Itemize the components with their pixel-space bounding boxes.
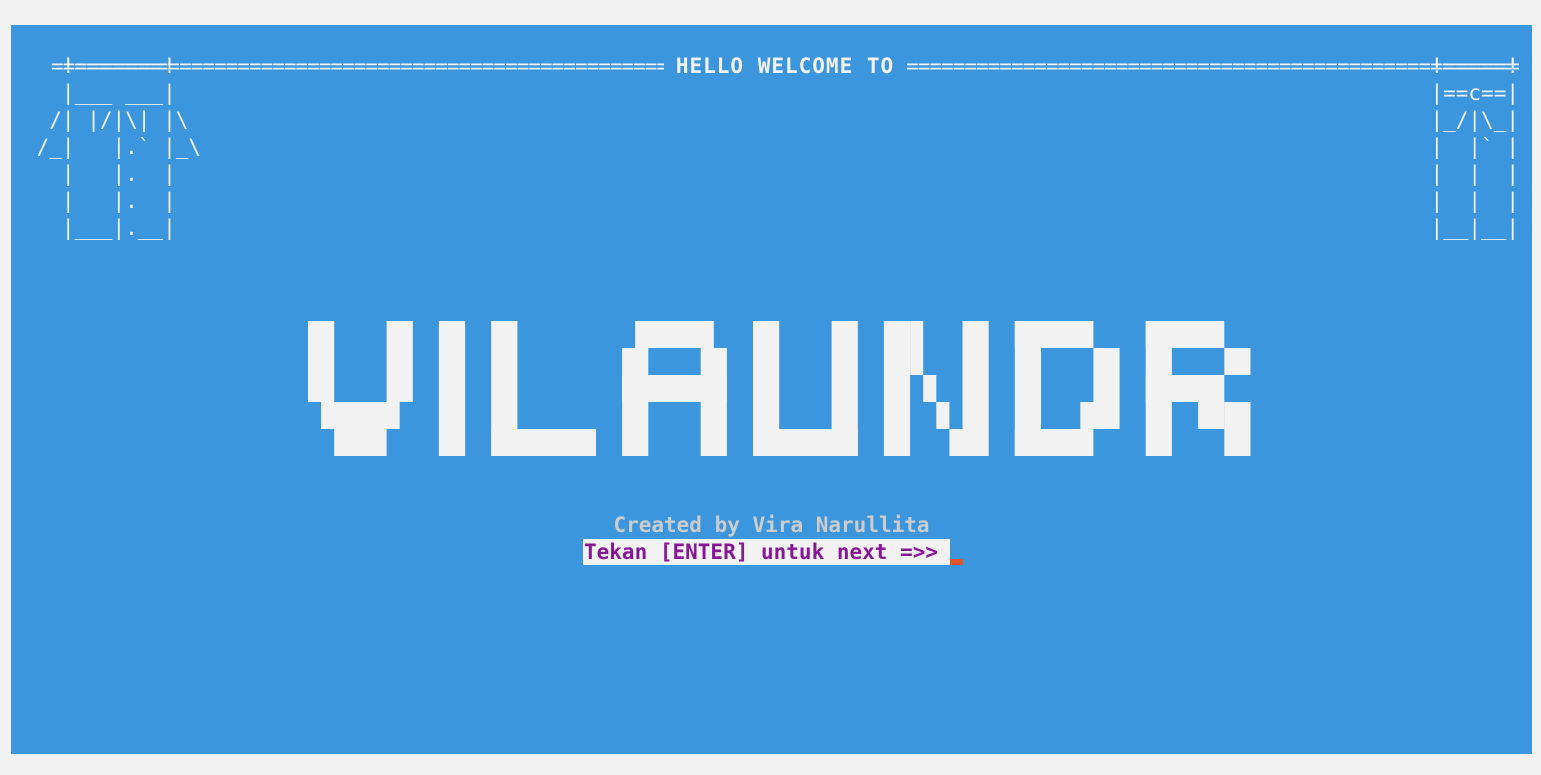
logo-letter-r-7 — [1145, 321, 1251, 456]
logo-block — [1145, 375, 1225, 402]
logo-block — [622, 375, 727, 402]
logo-block — [1014, 429, 1094, 456]
banner-rule-right: ========================================… — [906, 54, 1520, 78]
ascii-shirt-left: !=======! |___ ___| /| |/|\| |\ /_| |.` … — [36, 54, 202, 240]
logo-letter-a-3 — [622, 321, 727, 456]
logo-block — [753, 429, 858, 456]
logo-block — [491, 429, 596, 456]
logo-block — [1198, 402, 1225, 429]
logo-block — [334, 429, 387, 456]
logo-block — [910, 321, 924, 348]
logo-letter-i-1 — [438, 321, 466, 456]
logo-block — [334, 402, 387, 429]
logo-letter-u-4 — [753, 321, 858, 456]
author-credit: Created by Vira Narullita — [613, 513, 930, 537]
logo-block — [1224, 402, 1251, 456]
console-window[interactable]: !=======! |___ ___| /| |/|\| |\ /_| |.` … — [11, 25, 1532, 754]
enter-prompt-row[interactable]: Tekan [ENTER] untuk next =>> — [583, 539, 964, 565]
logo-block — [910, 348, 924, 375]
welcome-banner: ========================================… — [51, 53, 1519, 80]
logo-block — [308, 321, 335, 402]
logo-letter-v-0 — [308, 321, 413, 456]
logo-letter-l-2 — [491, 321, 596, 456]
logo-block — [923, 375, 937, 402]
logo-block — [962, 321, 989, 456]
text-cursor — [950, 559, 964, 565]
logo-block — [635, 321, 714, 348]
ascii-shirt-right: !=====! |==c==| |_/|\_| | |` | | | | | |… — [1430, 54, 1519, 240]
logo-block — [1224, 348, 1251, 375]
logo-block — [949, 429, 963, 456]
logo-block — [936, 402, 950, 429]
logo-block — [883, 321, 911, 456]
logo-block — [1080, 402, 1107, 429]
enter-prompt: Tekan [ENTER] untuk next =>> — [583, 539, 951, 565]
banner-rule-left: ========================================… — [51, 54, 664, 78]
logo-block — [438, 321, 466, 456]
vilaundry-logo — [308, 321, 1251, 456]
logo-letter-d-6 — [1014, 321, 1120, 456]
logo-letter-n-5 — [883, 321, 989, 456]
welcome-title: HELLO WELCOME TO — [675, 54, 895, 78]
logo-block — [386, 321, 413, 402]
